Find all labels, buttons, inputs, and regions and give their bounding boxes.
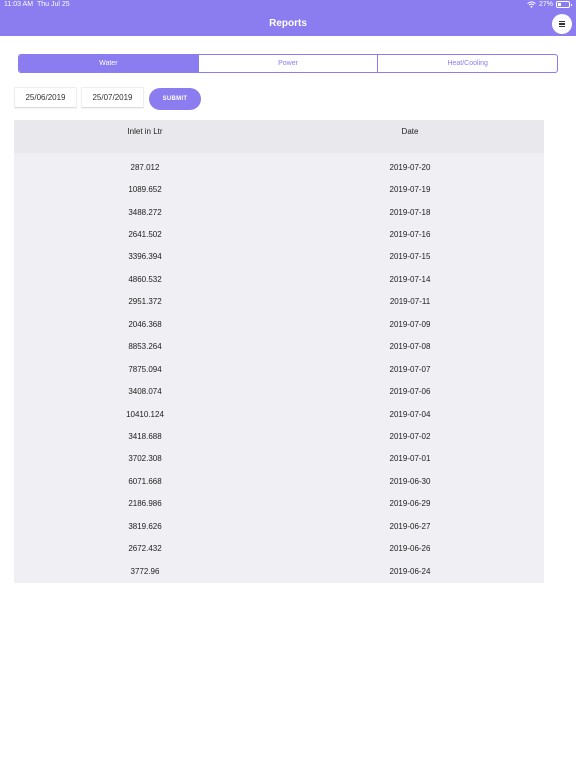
cell-date-value: 2019-07-20 bbox=[389, 162, 431, 172]
cell-inlet-value: 3819.626 bbox=[128, 521, 162, 531]
cell-date-value: 2019-06-30 bbox=[389, 476, 431, 486]
table-row: 10410.124 2019-07-04 bbox=[14, 403, 544, 425]
cell-date-value: 2019-06-29 bbox=[389, 499, 431, 509]
cell-inlet-value: 3396.394 bbox=[128, 252, 162, 262]
cell-date-value: 2019-07-18 bbox=[389, 207, 431, 217]
cell-inlet-value: 10410.124 bbox=[126, 409, 164, 419]
battery-percent: 27% bbox=[538, 1, 553, 8]
cell-inlet-value: 8853.264 bbox=[128, 342, 162, 352]
cell-inlet-value: 2046.368 bbox=[128, 319, 162, 329]
cell-date-value: 2019-06-24 bbox=[389, 566, 431, 576]
status-date: Thu Jul 25 bbox=[36, 1, 70, 8]
wifi-icon bbox=[527, 1, 536, 8]
tab-water[interactable]: Water bbox=[19, 55, 198, 72]
cell-inlet-value: 3702.308 bbox=[128, 454, 162, 464]
cell-inlet-value: 287.012 bbox=[130, 162, 160, 172]
table-row: 3488.272 2019-07-18 bbox=[14, 201, 544, 223]
cell-inlet-value: 2951.372 bbox=[128, 297, 162, 307]
cell-date-value: 2019-07-08 bbox=[389, 342, 431, 352]
hamburger-menu-icon bbox=[559, 20, 565, 28]
cell-date-value: 2019-06-26 bbox=[389, 544, 431, 554]
table-row: 3396.394 2019-07-15 bbox=[14, 246, 544, 268]
battery-fill bbox=[558, 3, 561, 6]
end-date-field[interactable]: 25/07/2019 bbox=[81, 87, 144, 108]
table-row: 3702.308 2019-07-01 bbox=[14, 448, 544, 470]
table-row: 2046.368 2019-07-09 bbox=[14, 313, 544, 335]
cell-inlet-value: 3408.074 bbox=[128, 387, 162, 397]
menu-button[interactable] bbox=[552, 14, 572, 34]
cell-date-value: 2019-07-11 bbox=[389, 297, 431, 307]
cell-inlet-value: 2641.502 bbox=[128, 230, 162, 240]
table-row: 2672.432 2019-06-26 bbox=[14, 537, 544, 559]
cell-date-value: 2019-07-16 bbox=[389, 230, 431, 240]
table-row: 2951.372 2019-07-11 bbox=[14, 291, 544, 313]
cell-date-value: 2019-07-19 bbox=[389, 185, 431, 195]
table-row: 6071.668 2019-06-30 bbox=[14, 470, 544, 492]
page-title: Reports bbox=[269, 18, 307, 29]
cell-date-value: 2019-06-27 bbox=[389, 521, 431, 531]
cell-date-value: 2019-07-02 bbox=[389, 431, 431, 441]
battery-icon bbox=[556, 1, 572, 8]
tab-heat-cooling[interactable]: Heat/Cooling bbox=[377, 55, 557, 72]
start-date-field[interactable]: 25/06/2019 bbox=[14, 87, 77, 108]
tab-power[interactable]: Power bbox=[197, 55, 378, 72]
submit-button[interactable]: SUBMIT bbox=[149, 88, 201, 110]
cell-inlet-value: 3772.96 bbox=[130, 566, 160, 576]
table-row: 3418.688 2019-07-02 bbox=[14, 425, 544, 447]
table-row: 3408.074 2019-07-06 bbox=[14, 380, 544, 402]
status-bar-right: 27% bbox=[527, 1, 572, 8]
table-row: 8853.264 2019-07-08 bbox=[14, 336, 544, 358]
column-header-inlet: Inlet in Ltr bbox=[127, 127, 163, 136]
cell-date-value: 2019-07-07 bbox=[389, 364, 431, 374]
app-header: 11:03 AM Thu Jul 25 27% Reports bbox=[0, 0, 576, 36]
report-type-tabs: Water Power Heat/Cooling bbox=[18, 54, 558, 73]
cell-inlet-value: 7875.094 bbox=[128, 364, 162, 374]
cell-inlet-value: 6071.668 bbox=[128, 476, 162, 486]
cell-inlet-value: 1089.652 bbox=[128, 185, 162, 195]
cell-inlet-value: 2186.986 bbox=[128, 499, 162, 509]
cell-inlet-value: 4860.532 bbox=[128, 274, 162, 284]
table-header: Inlet in Ltr Date bbox=[14, 120, 544, 153]
report-table: Inlet in Ltr Date 287.012 2019-07-20 1089.… bbox=[14, 120, 544, 583]
cell-date-value: 2019-07-09 bbox=[389, 319, 431, 329]
status-bar-time: 11:03 AM Thu Jul 25 bbox=[4, 1, 70, 8]
table-row: 287.012 2019-07-20 bbox=[14, 156, 544, 178]
table-row: 2186.986 2019-06-29 bbox=[14, 493, 544, 515]
cell-inlet-value: 2672.432 bbox=[128, 544, 162, 554]
table-row: 3819.626 2019-06-27 bbox=[14, 515, 544, 537]
column-header-date: Date bbox=[401, 127, 419, 136]
table-row: 2641.502 2019-07-16 bbox=[14, 223, 544, 245]
cell-date-value: 2019-07-06 bbox=[389, 387, 431, 397]
table-row: 3772.96 2019-06-24 bbox=[14, 560, 544, 582]
cell-date-value: 2019-07-14 bbox=[389, 274, 431, 284]
table-row: 4860.532 2019-07-14 bbox=[14, 268, 544, 290]
cell-date-value: 2019-07-15 bbox=[389, 252, 431, 262]
table-row: 7875.094 2019-07-07 bbox=[14, 358, 544, 380]
cell-date-value: 2019-07-01 bbox=[389, 454, 431, 464]
table-row: 1089.652 2019-07-19 bbox=[14, 178, 544, 200]
cell-inlet-value: 3418.688 bbox=[128, 431, 162, 441]
cell-date-value: 2019-07-04 bbox=[389, 409, 431, 419]
cell-inlet-value: 3488.272 bbox=[128, 207, 162, 217]
status-time: 11:03 AM bbox=[4, 1, 34, 8]
table-body: 287.012 2019-07-20 1089.652 2019-07-19 3488.… bbox=[14, 156, 544, 582]
